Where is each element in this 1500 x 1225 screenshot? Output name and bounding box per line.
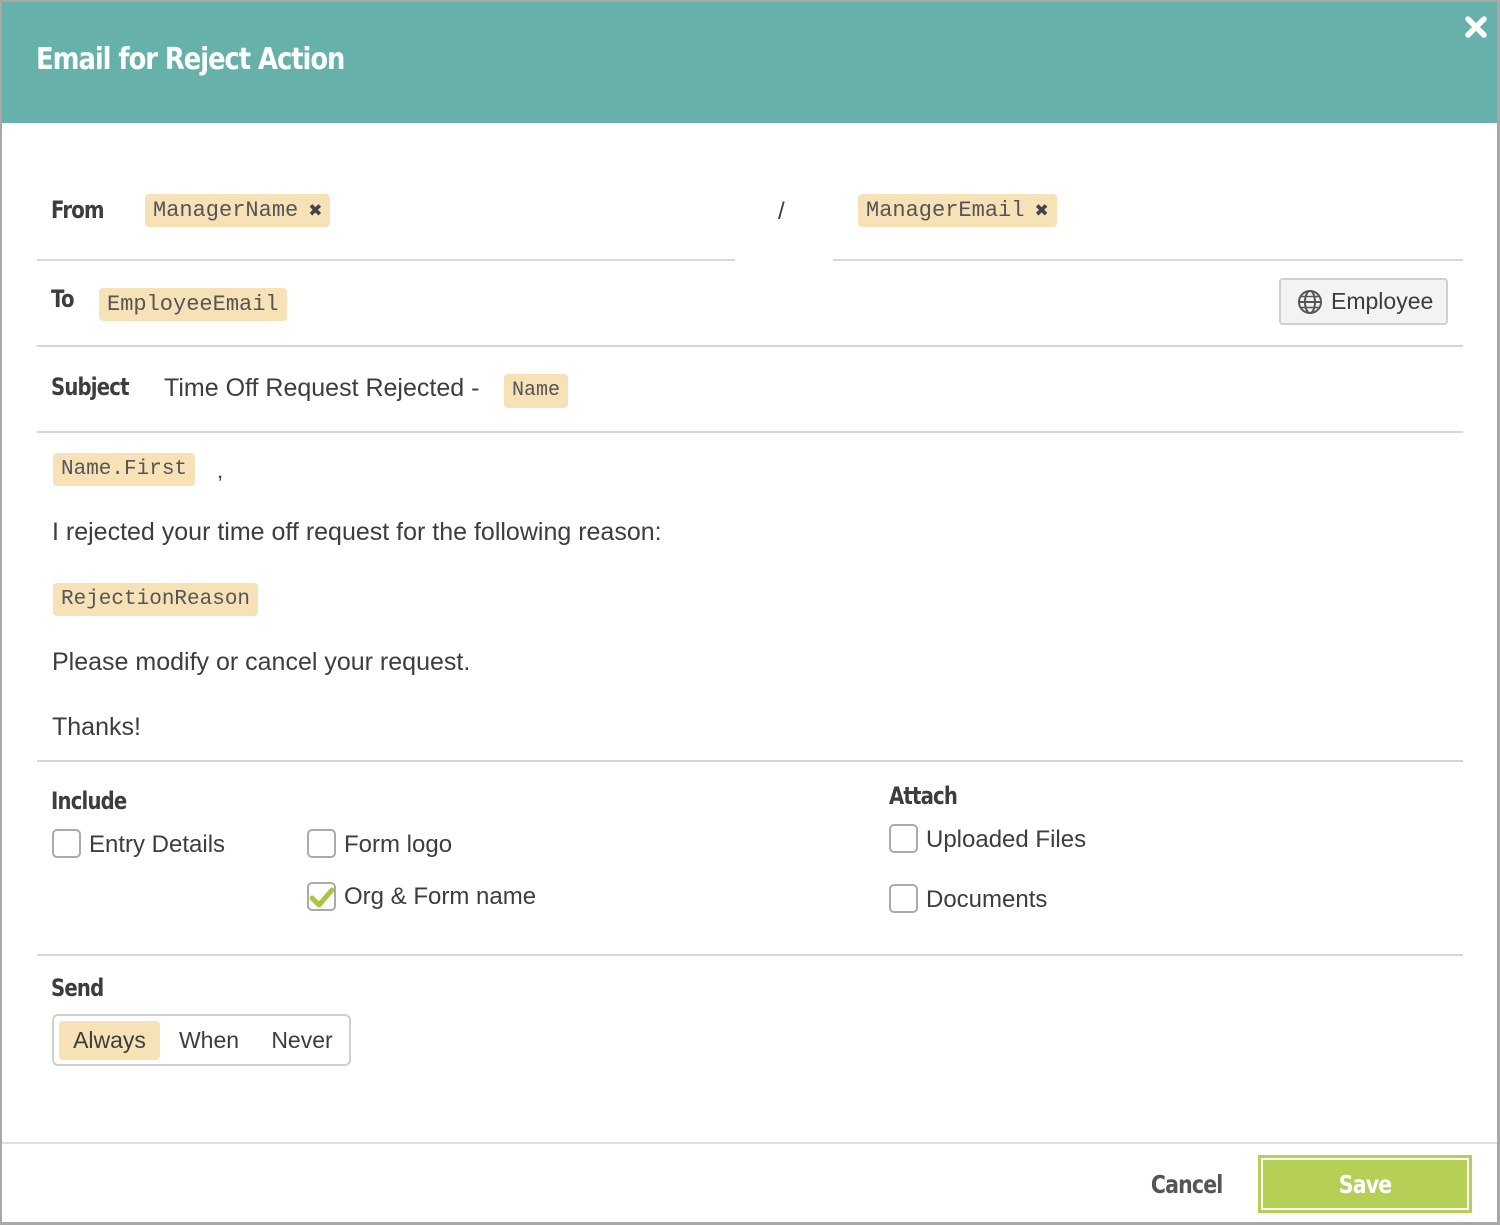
documents-checkbox[interactable] [889,884,918,913]
footer-divider [2,1142,1497,1144]
form-logo-checkbox[interactable] [307,829,336,858]
entry-details-label[interactable]: Entry Details [89,831,225,859]
recipient-employee-button[interactable]: Employee [1279,278,1448,325]
body-line-3[interactable]: Thanks! [52,713,141,742]
divider [37,760,1463,762]
form-logo-label[interactable]: Form logo [344,831,452,859]
body-line-1[interactable]: I rejected your time off request for the… [52,518,662,547]
rejection-reason-token[interactable]: RejectionReason [53,583,259,616]
uploaded-files-checkbox[interactable] [889,824,918,853]
body-line-2[interactable]: Please modify or cancel your request. [52,648,470,677]
from-label: From [51,196,104,224]
uploaded-files-label[interactable]: Uploaded Files [926,826,1086,854]
globe-icon [1298,289,1322,314]
attach-label: Attach [889,782,958,810]
from-name-token[interactable]: ManagerName ✖ [145,194,331,227]
from-email-token[interactable]: ManagerEmail ✖ [858,194,1057,227]
token-text: ManagerEmail [866,198,1025,223]
send-option-when[interactable]: When [166,1021,252,1060]
org-form-name-checkbox[interactable] [307,882,336,911]
subject-token[interactable]: Name [504,374,569,408]
token-text: RejectionReason [61,588,251,611]
subject-text[interactable]: Time Off Request Rejected - [164,374,479,403]
send-segmented-control: Always When Never [52,1014,351,1066]
save-label: Save [1338,1169,1392,1199]
cancel-label: Cancel [1151,1169,1223,1199]
to-label: To [51,285,75,313]
token-text: ManagerName [153,198,299,223]
divider [37,259,735,261]
divider [37,431,1463,433]
divider [37,345,1463,347]
include-label: Include [51,787,127,815]
divider [833,259,1463,261]
entry-details-checkbox[interactable] [52,829,81,858]
token-text: Name [512,379,561,402]
documents-label[interactable]: Documents [926,886,1047,914]
close-icon [1465,16,1487,38]
token-text: EmployeeEmail [107,292,279,317]
to-token[interactable]: EmployeeEmail [99,288,287,321]
dialog-title: Email for Reject Action [36,42,345,77]
remove-token-icon[interactable]: ✖ [1034,201,1048,221]
greeting-suffix: , [217,458,224,483]
subject-label: Subject [51,373,130,401]
cancel-button[interactable]: Cancel [1142,1162,1232,1206]
from-separator: / [778,198,785,225]
email-dialog: Email for Reject Action From ManagerName… [0,0,1500,1225]
dialog-header: Email for Reject Action [2,2,1497,123]
send-option-never[interactable]: Never [259,1021,345,1060]
send-option-always[interactable]: Always [59,1021,160,1060]
greeting-token[interactable]: Name.First [53,453,196,486]
send-label: Send [51,974,104,1002]
remove-token-icon[interactable]: ✖ [308,201,322,221]
close-button[interactable] [1463,14,1489,40]
recipient-employee-label: Employee [1331,288,1434,314]
token-text: Name.First [61,458,188,481]
divider [37,954,1463,956]
checkmark-icon [310,887,334,908]
org-form-name-label[interactable]: Org & Form name [344,883,536,911]
save-button[interactable]: Save [1258,1155,1472,1213]
